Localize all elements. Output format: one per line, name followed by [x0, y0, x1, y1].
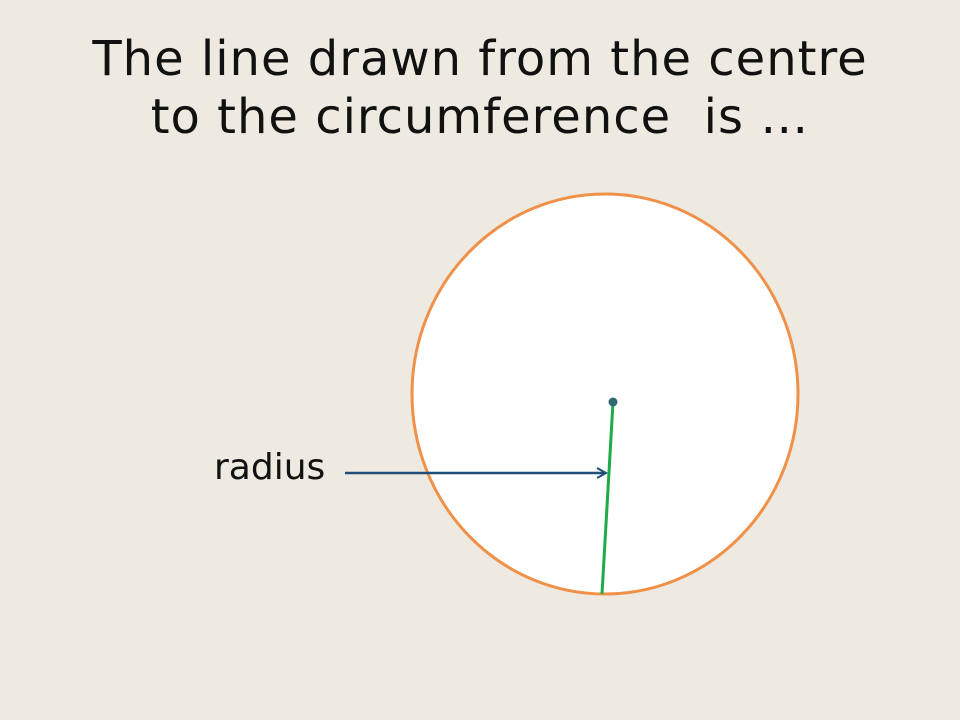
radius-label: radius	[214, 447, 326, 488]
circle-diagram	[345, 192, 800, 596]
centre-point	[608, 397, 618, 407]
slide: The line drawn from the centre to the ci…	[0, 0, 960, 720]
